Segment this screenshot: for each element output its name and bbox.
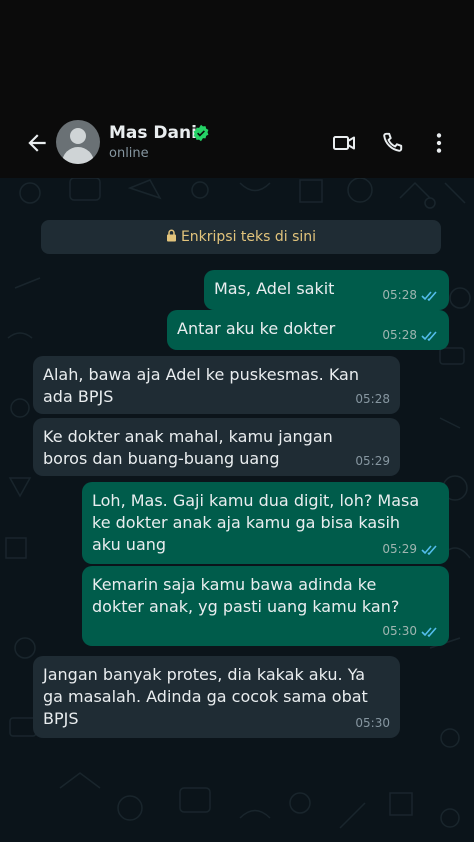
encryption-notice-text: Enkripsi teks di sini — [180, 229, 317, 245]
message-text: Kemarin saja kamu bawa adinda ke dokter … — [92, 575, 400, 616]
chat-area[interactable]: Enkripsi teks di sini Mas, Adel sakit 05… — [0, 178, 474, 842]
message-text: Jangan banyak protes, dia kakak aku. Ya … — [43, 665, 368, 728]
read-ticks-icon — [421, 290, 437, 301]
contact-status: online — [109, 146, 149, 161]
more-options-icon[interactable] — [426, 130, 452, 156]
message-time: 05:28 — [382, 288, 417, 302]
video-call-icon[interactable] — [331, 130, 357, 156]
read-ticks-icon — [421, 544, 437, 555]
message-time: 05:29 — [382, 542, 417, 556]
message-time: 05:30 — [382, 624, 417, 638]
message-bubble-incoming[interactable]: Ke dokter anak mahal, kamu jangan boros … — [33, 418, 400, 476]
back-arrow-icon[interactable] — [24, 130, 50, 156]
message-bubble-outgoing[interactable]: Loh, Mas. Gaji kamu dua digit, loh? Masa… — [82, 482, 449, 564]
message-time: 05:28 — [355, 392, 390, 406]
message-bubble-outgoing[interactable]: Kemarin saja kamu bawa adinda ke dokter … — [82, 566, 449, 646]
message-text: Ke dokter anak mahal, kamu jangan boros … — [43, 427, 333, 468]
avatar[interactable] — [56, 120, 100, 164]
message-bubble-outgoing[interactable]: Antar aku ke dokter 05:28 — [167, 310, 449, 350]
encryption-notice[interactable]: Enkripsi teks di sini — [41, 220, 441, 254]
read-ticks-icon — [421, 330, 437, 341]
lock-icon — [166, 229, 176, 242]
voice-call-icon[interactable] — [379, 130, 405, 156]
message-time: 05:29 — [355, 454, 390, 468]
message-bubble-outgoing[interactable]: Mas, Adel sakit 05:28 — [204, 270, 449, 310]
status-bar-area — [0, 0, 474, 108]
read-ticks-icon — [421, 626, 437, 637]
contact-name[interactable]: Mas Dani — [109, 123, 197, 143]
message-bubble-incoming[interactable]: Alah, bawa aja Adel ke puskesmas. Kan ad… — [33, 356, 400, 414]
message-time: 05:28 — [382, 328, 417, 342]
chat-header: Mas Dani online — [0, 108, 474, 178]
message-text: Alah, bawa aja Adel ke puskesmas. Kan ad… — [43, 365, 359, 406]
verified-badge-icon — [193, 124, 209, 142]
message-time: 05:30 — [355, 716, 390, 730]
message-text: Loh, Mas. Gaji kamu dua digit, loh? Masa… — [92, 491, 420, 554]
message-bubble-incoming[interactable]: Jangan banyak protes, dia kakak aku. Ya … — [33, 656, 400, 738]
